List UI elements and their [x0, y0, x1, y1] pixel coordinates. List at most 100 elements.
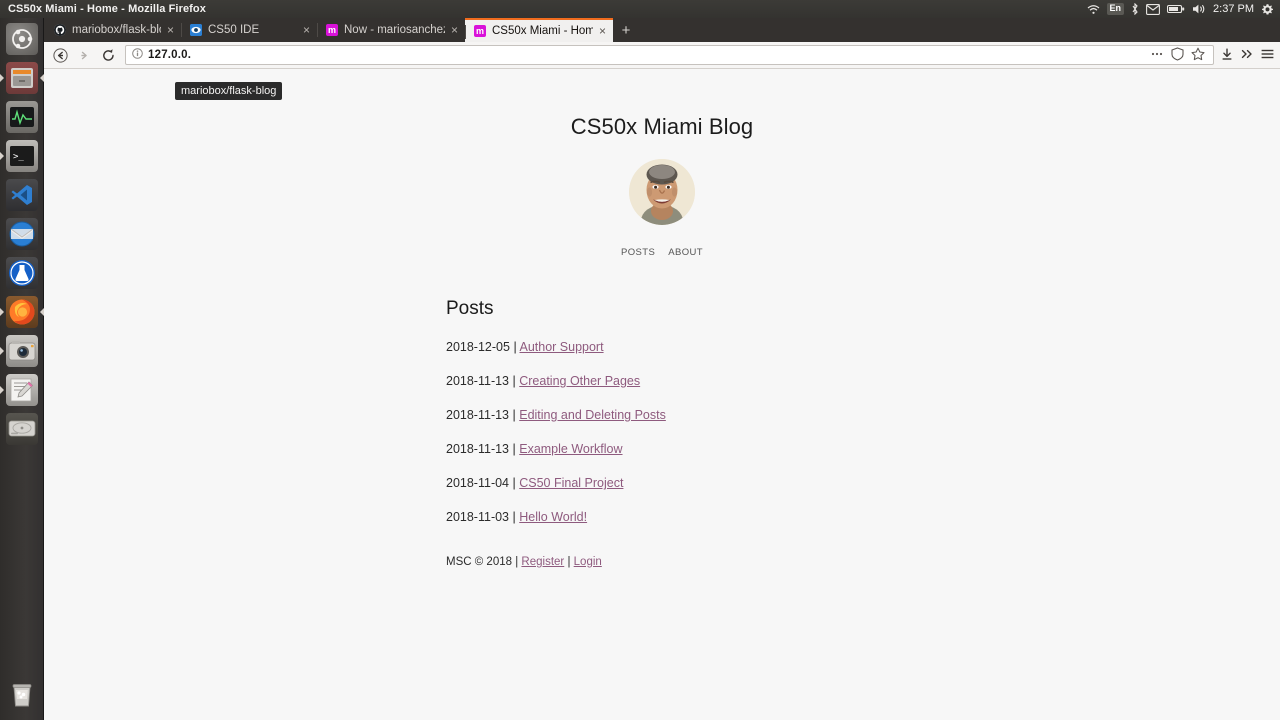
- dock-item-thunderbird[interactable]: [0, 214, 44, 253]
- running-indicator-left: [0, 152, 4, 160]
- page-actions-icon[interactable]: [1150, 47, 1164, 64]
- window-title: CS50x Miami - Home - Mozilla Firefox: [8, 3, 206, 15]
- tab-close-icon[interactable]: ×: [451, 24, 458, 36]
- running-indicator-left: [0, 74, 4, 82]
- tab-now-mariosanchez-org[interactable]: m Now - mariosanchez.org ×: [317, 18, 465, 42]
- svg-text:>_: >_: [13, 152, 24, 162]
- dock-item-terminal[interactable]: >_: [0, 136, 44, 175]
- ubuntu-logo-icon: [11, 28, 33, 50]
- flask-icon: [8, 259, 36, 287]
- post-separator: |: [513, 510, 516, 524]
- forward-arrow-icon[interactable]: [73, 44, 95, 66]
- bluetooth-icon[interactable]: [1131, 0, 1139, 18]
- tab-title: mariobox/flask-blog: [72, 24, 161, 36]
- avatar-photo-icon: [629, 159, 695, 225]
- thunderbird-icon: [8, 221, 36, 247]
- post-date: 2018-11-13: [446, 442, 509, 456]
- dock-item-disk[interactable]: [0, 409, 44, 448]
- post-item: 2018-11-13 | Example Workflow: [446, 442, 846, 456]
- battery-icon[interactable]: [1167, 0, 1185, 18]
- dock-item-files[interactable]: [0, 58, 44, 97]
- tab-close-icon[interactable]: ×: [167, 24, 174, 36]
- urlbar-icon-group: [1150, 47, 1207, 64]
- post-item: 2018-12-05 | Author Support: [446, 340, 846, 354]
- post-date: 2018-12-05: [446, 340, 510, 354]
- mail-icon[interactable]: [1146, 0, 1160, 18]
- wifi-icon[interactable]: [1087, 0, 1100, 18]
- new-tab-button[interactable]: +: [613, 18, 639, 42]
- posts-heading: Posts: [446, 298, 846, 320]
- dock-item-camera[interactable]: [0, 331, 44, 370]
- dock-item-ubuntu-dash[interactable]: [0, 19, 44, 58]
- page-viewport: CS50x Miami Blog: [44, 69, 1280, 720]
- tab-cs50-ide[interactable]: CS50 IDE ×: [181, 18, 317, 42]
- downloads-icon[interactable]: [1220, 47, 1234, 64]
- footer-link-register[interactable]: Register: [521, 556, 564, 568]
- m-icon: m: [474, 25, 486, 37]
- tab-close-icon[interactable]: ×: [599, 25, 606, 37]
- post-separator: |: [513, 408, 516, 422]
- overflow-chevrons-icon[interactable]: [1240, 47, 1254, 64]
- post-list: 2018-12-05 | Author Support 2018-11-13 |…: [446, 340, 846, 524]
- dock-item-system-monitor[interactable]: [0, 97, 44, 136]
- footer-separator: |: [567, 556, 570, 568]
- tab-cs50x-miami-home[interactable]: m CS50x Miami - Home ×: [465, 18, 613, 42]
- volume-icon[interactable]: [1192, 0, 1206, 18]
- post-link[interactable]: Example Workflow: [519, 442, 622, 456]
- post-link[interactable]: CS50 Final Project: [519, 476, 623, 490]
- post-separator: |: [513, 442, 516, 456]
- unity-top-panel: CS50x Miami - Home - Mozilla Firefox En …: [0, 0, 1280, 18]
- post-link[interactable]: Hello World!: [519, 510, 587, 524]
- screen: CS50x Miami - Home - Mozilla Firefox En …: [0, 0, 1280, 720]
- site-nav: POSTS ABOUT: [44, 247, 1280, 258]
- address-bar[interactable]: 127.0.0.: [125, 45, 1214, 65]
- file-manager-icon: [9, 66, 35, 90]
- keyboard-layout-indicator[interactable]: En: [1107, 3, 1125, 15]
- post-item: 2018-11-04 | CS50 Final Project: [446, 476, 846, 490]
- cs50-ide-icon: [190, 24, 202, 36]
- tracking-shield-icon[interactable]: [1171, 47, 1184, 64]
- dock-item-trash[interactable]: [0, 675, 44, 714]
- tab-title: CS50 IDE: [208, 24, 297, 36]
- post-separator: |: [513, 340, 516, 354]
- gear-icon[interactable]: [1261, 0, 1274, 18]
- footer-link-login[interactable]: Login: [574, 556, 602, 568]
- unity-launcher: >_: [0, 18, 44, 720]
- post-item: 2018-11-13 | Editing and Deleting Posts: [446, 408, 846, 422]
- bookmark-star-icon[interactable]: [1191, 47, 1205, 64]
- post-link[interactable]: Author Support: [519, 340, 603, 354]
- running-indicator-left: [0, 308, 4, 316]
- post-link[interactable]: Creating Other Pages: [519, 374, 640, 388]
- tab-mariobox-flask-blog[interactable]: mariobox/flask-blog ×: [45, 18, 181, 42]
- tab-close-icon[interactable]: ×: [303, 24, 310, 36]
- footer-copyright: MSC © 2018: [446, 556, 512, 568]
- link-tooltip: mariobox/flask-blog: [175, 82, 282, 100]
- back-arrow-icon[interactable]: [49, 44, 71, 66]
- camera-icon: [8, 340, 36, 362]
- hamburger-menu-icon[interactable]: [1260, 47, 1275, 64]
- reload-icon[interactable]: [97, 44, 119, 66]
- system-monitor-icon: [9, 106, 35, 128]
- nav-link-posts[interactable]: POSTS: [621, 247, 655, 258]
- running-indicator-left: [0, 386, 4, 394]
- navigation-toolbar: 127.0.0.: [44, 42, 1280, 69]
- m-icon: m: [326, 24, 338, 36]
- dock-item-text-editor[interactable]: [0, 370, 44, 409]
- post-link[interactable]: Editing and Deleting Posts: [519, 408, 666, 422]
- toolbar-icon-group: [1220, 47, 1275, 64]
- post-date: 2018-11-04: [446, 476, 509, 490]
- dock-item-flask-app[interactable]: [0, 253, 44, 292]
- post-separator: |: [513, 374, 516, 388]
- post-item: 2018-11-03 | Hello World!: [446, 510, 846, 524]
- footer-separator: |: [515, 556, 518, 568]
- page-title: CS50x Miami Blog: [44, 114, 1280, 140]
- dock-item-firefox[interactable]: [0, 292, 44, 331]
- main-content: Posts 2018-12-05 | Author Support 2018-1…: [446, 298, 846, 568]
- post-item: 2018-11-13 | Creating Other Pages: [446, 374, 846, 388]
- text-editor-icon: [9, 378, 35, 402]
- info-icon[interactable]: [132, 48, 143, 62]
- dock-item-vscode[interactable]: [0, 175, 44, 214]
- clock[interactable]: 2:37 PM: [1213, 3, 1254, 15]
- disk-icon: [8, 419, 36, 439]
- nav-link-about[interactable]: ABOUT: [668, 247, 703, 258]
